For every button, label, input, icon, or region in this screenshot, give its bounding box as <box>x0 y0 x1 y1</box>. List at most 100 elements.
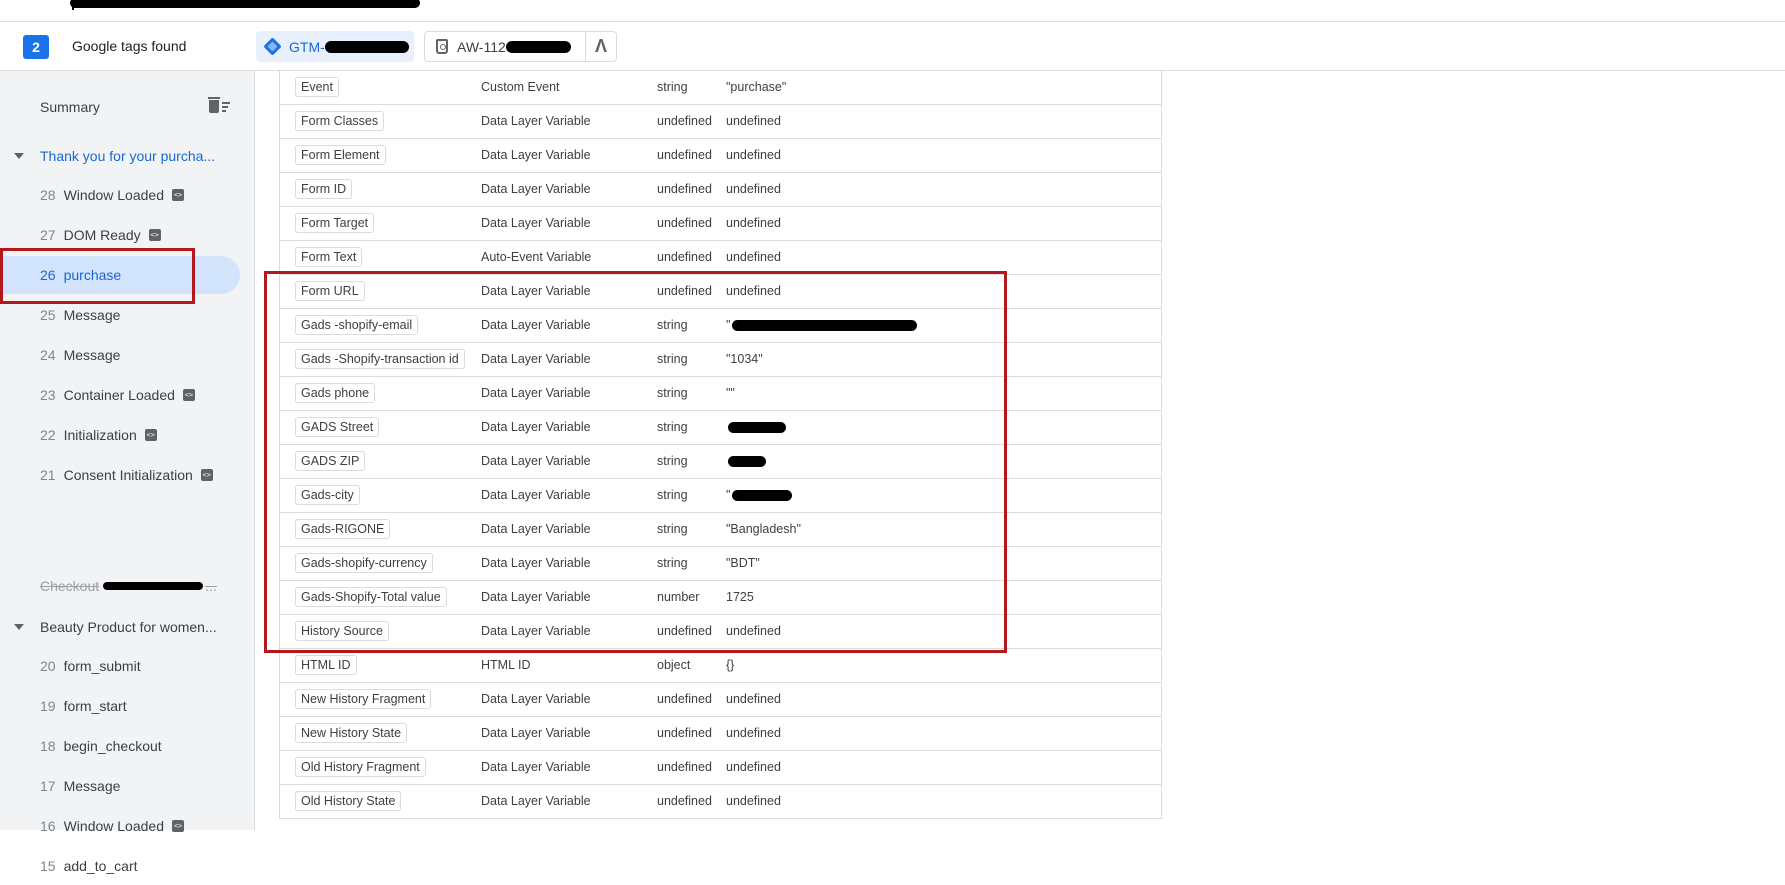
event-number: 18 <box>40 738 56 754</box>
redacted-checkout-url <box>103 582 204 590</box>
variable-name: New History State <box>295 723 408 743</box>
table-row: Form Target Data Layer Variable undefined u… <box>280 207 1161 241</box>
table-row: Old History Fragment Data Layer Variable u… <box>280 751 1161 785</box>
event-label: Message <box>63 347 121 363</box>
page-group-checkout[interactable]: Checkout ... <box>40 578 217 594</box>
variable-value: undefined <box>726 692 781 706</box>
variable-type: Data Layer Variable <box>481 148 591 162</box>
event-label: Message <box>63 778 121 794</box>
gtm-tag-chip[interactable]: GTM- <box>256 31 414 62</box>
variable-name: Event <box>295 77 339 97</box>
variable-name: HTML ID <box>295 655 357 675</box>
aw-tag-chip[interactable]: AW-112 Λ <box>424 31 617 62</box>
summary-link[interactable]: Summary <box>40 99 100 115</box>
aw-chip-label: AW-112 <box>457 38 506 55</box>
value-type: undefined <box>657 216 712 230</box>
tag-icon <box>436 39 448 54</box>
gtm-icon <box>263 37 282 56</box>
variable-name: Form Text <box>295 247 363 267</box>
sidebar-event-item[interactable]: 16 Window Loaded <> <box>0 807 240 845</box>
event-label: add_to_cart <box>63 858 138 874</box>
variable-name: Old History Fragment <box>295 757 426 777</box>
value-type: undefined <box>657 182 712 196</box>
event-number: 23 <box>40 387 56 403</box>
event-label: form_submit <box>63 658 141 674</box>
code-badge-icon: <> <box>144 429 157 441</box>
variable-name: Form Target <box>295 213 375 233</box>
event-label: form_start <box>63 698 127 714</box>
event-label: Consent Initialization <box>63 467 193 483</box>
event-label: Window Loaded <box>63 818 164 834</box>
value-type: undefined <box>657 148 712 162</box>
event-number: 25 <box>40 307 56 323</box>
event-label: Message <box>63 307 121 323</box>
event-number: 15 <box>40 858 56 874</box>
variable-value: undefined <box>726 250 781 264</box>
variable-name: Form Classes <box>295 111 385 131</box>
clear-messages-icon[interactable] <box>208 97 230 115</box>
table-row: Old History State Data Layer Variable unde… <box>280 785 1161 819</box>
top-strip <box>0 0 1785 22</box>
variable-type: Custom Event <box>481 80 560 94</box>
table-row: Form Element Data Layer Variable undefined… <box>280 139 1161 173</box>
code-badge-icon: <> <box>171 189 184 201</box>
sidebar-event-item[interactable]: 22 Initialization <> <box>0 416 240 454</box>
redacted-gtm-id <box>324 40 409 53</box>
variable-value: "purchase" <box>726 80 787 94</box>
event-label: Initialization <box>63 427 137 443</box>
page-group-label: Beauty Product for women... <box>40 619 217 635</box>
sidebar-event-item[interactable]: 28 Window Loaded <> <box>0 176 240 214</box>
variable-name: Form ID <box>295 179 353 199</box>
variable-type: Data Layer Variable <box>481 692 591 706</box>
sidebar-event-item[interactable]: 21 Consent Initialization <> <box>0 456 240 494</box>
variable-value: undefined <box>726 216 781 230</box>
annotation-highlight-purchase <box>0 248 195 304</box>
event-number: 28 <box>40 187 56 203</box>
event-label: Window Loaded <box>63 187 164 203</box>
event-number: 20 <box>40 658 56 674</box>
page-group-thank-you[interactable]: Thank you for your purcha... <box>14 148 215 164</box>
variable-name: New History Fragment <box>295 689 432 709</box>
sidebar-event-item[interactable]: 19 form_start <box>0 687 240 725</box>
event-number: 17 <box>40 778 56 794</box>
variable-type: Data Layer Variable <box>481 216 591 230</box>
variable-type: Data Layer Variable <box>481 794 591 808</box>
code-badge-icon: <> <box>148 229 161 241</box>
variable-type: Data Layer Variable <box>481 760 591 774</box>
table-row: Form ID Data Layer Variable undefined undef… <box>280 173 1161 207</box>
gtm-chip-label: GTM- <box>289 38 325 55</box>
sidebar-event-item[interactable]: 23 Container Loaded <> <box>0 376 240 414</box>
sidebar-event-item[interactable]: 17 Message <box>0 767 240 805</box>
event-number: 16 <box>40 818 56 834</box>
value-type: undefined <box>657 726 712 740</box>
sidebar-event-item[interactable]: 15 add_to_cart <box>0 847 240 885</box>
event-number: 19 <box>40 698 56 714</box>
table-row: Form Classes Data Layer Variable undefined… <box>280 105 1161 139</box>
redacted-aw-id <box>505 40 571 53</box>
value-type: undefined <box>657 794 712 808</box>
variable-name: Old History State <box>295 791 402 811</box>
variable-value: undefined <box>726 182 781 196</box>
sidebar-event-item[interactable]: 20 form_submit <box>0 647 240 685</box>
table-row: New History State Data Layer Variable unde… <box>280 717 1161 751</box>
event-number: 22 <box>40 427 56 443</box>
event-label: DOM Ready <box>63 227 141 243</box>
redacted-url <box>70 0 420 8</box>
value-type: undefined <box>657 114 712 128</box>
variable-value: undefined <box>726 760 781 774</box>
variable-value: {} <box>726 658 735 672</box>
code-badge-icon: <> <box>171 820 184 832</box>
event-label: Container Loaded <box>63 387 175 403</box>
value-type: undefined <box>657 250 712 264</box>
table-row: Event Custom Event string "purchase" <box>280 71 1161 105</box>
sidebar-event-item[interactable]: 24 Message <box>0 336 240 374</box>
variable-type: Data Layer Variable <box>481 726 591 740</box>
sidebar-event-item[interactable]: 18 begin_checkout <box>0 727 240 765</box>
variable-type: HTML ID <box>481 658 531 672</box>
page-group-beauty-product[interactable]: Beauty Product for women... <box>14 619 217 635</box>
checkout-label: Checkout <box>40 578 100 594</box>
value-type: string <box>657 80 688 94</box>
event-label: begin_checkout <box>63 738 162 754</box>
event-number: 24 <box>40 347 56 363</box>
value-type: undefined <box>657 692 712 706</box>
